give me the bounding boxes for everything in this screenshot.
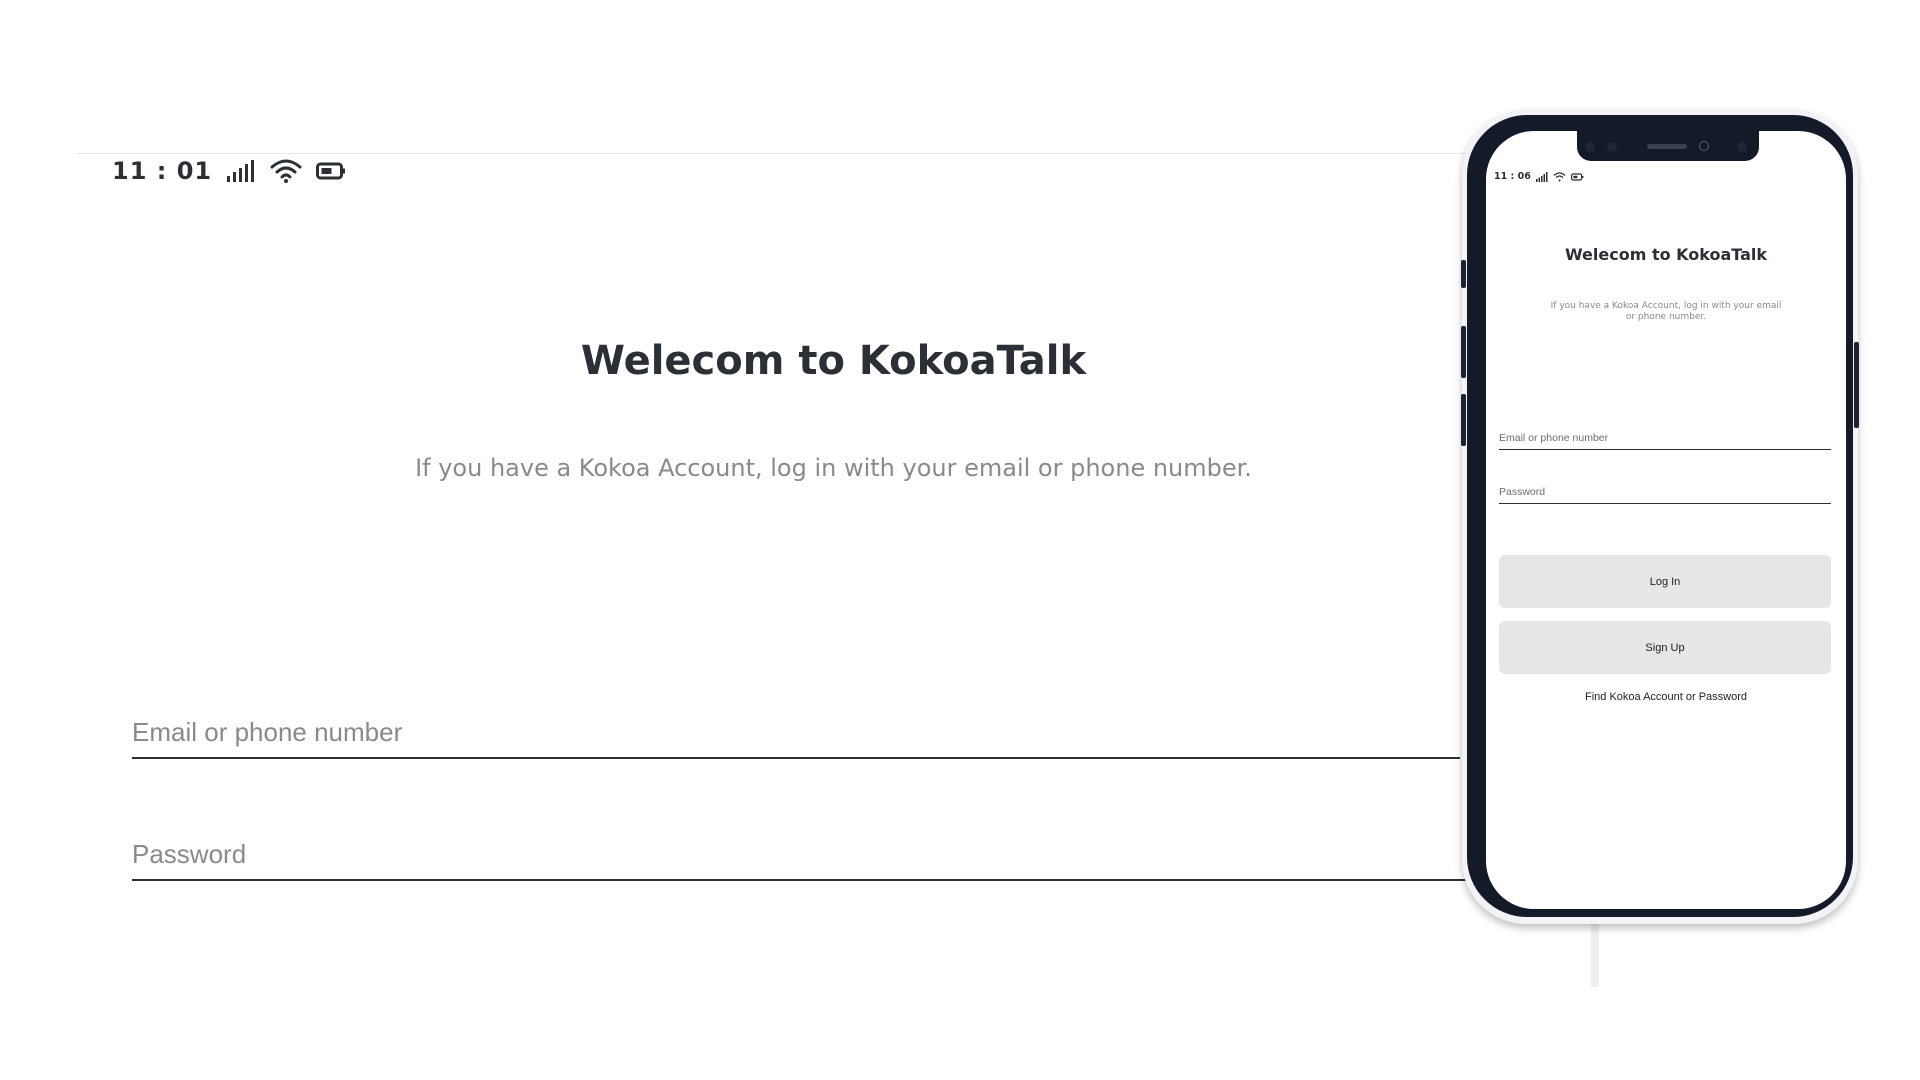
find-account-link[interactable]: Find Kokoa Account or Password [1486, 691, 1846, 703]
phone-title: Welecom to KokoaTalk [1564, 245, 1768, 264]
status-bar: 11 : 01 [112, 155, 346, 187]
phone-subtitle: If you have a Kokoa Account, log in with… [1550, 301, 1782, 322]
phone-email-field [1499, 426, 1831, 450]
password-field [132, 829, 1492, 881]
battery-icon [1570, 172, 1584, 181]
phone-password-field [1499, 480, 1831, 504]
page-title: Welecom to KokoaTalk [580, 338, 1087, 384]
phone-side-button [1461, 326, 1466, 378]
speaker-icon [1647, 144, 1687, 149]
phone-status-time: 11 : 06 [1494, 171, 1531, 182]
camera-icon [1607, 142, 1617, 152]
phone-status-bar: 11 : 06 [1494, 171, 1584, 182]
email-field [132, 707, 1460, 759]
status-time: 11 : 01 [112, 157, 213, 185]
phone-password-input[interactable] [1499, 481, 1831, 503]
battery-icon [316, 162, 346, 180]
wifi-icon [270, 159, 302, 183]
login-button[interactable]: Log In [1499, 555, 1831, 608]
front-camera-icon [1699, 141, 1709, 151]
phone-mockup: 11 : 06 Welecom to KokoaTalk If you have… [1461, 110, 1859, 924]
page-subtitle: If you have a Kokoa Account, log in with… [415, 454, 1252, 482]
password-input[interactable] [132, 829, 1492, 879]
cellular-signal-icon [1535, 171, 1548, 182]
signup-button[interactable]: Sign Up [1499, 621, 1831, 674]
cellular-signal-icon [227, 160, 255, 182]
phone-side-button [1461, 260, 1466, 288]
phone-frame: 11 : 06 Welecom to KokoaTalk If you have… [1467, 115, 1853, 917]
sensor-icon [1737, 142, 1747, 152]
top-divider [77, 153, 1477, 154]
phone-notch [1577, 131, 1759, 161]
email-input[interactable] [132, 707, 1460, 757]
camera-icon [1585, 142, 1595, 152]
phone-email-input[interactable] [1499, 427, 1831, 449]
phone-side-button [1461, 394, 1466, 446]
phone-screen: 11 : 06 Welecom to KokoaTalk If you have… [1486, 131, 1846, 909]
phone-side-button [1854, 342, 1859, 428]
wifi-icon [1553, 171, 1566, 181]
phone-stand [1591, 915, 1599, 987]
